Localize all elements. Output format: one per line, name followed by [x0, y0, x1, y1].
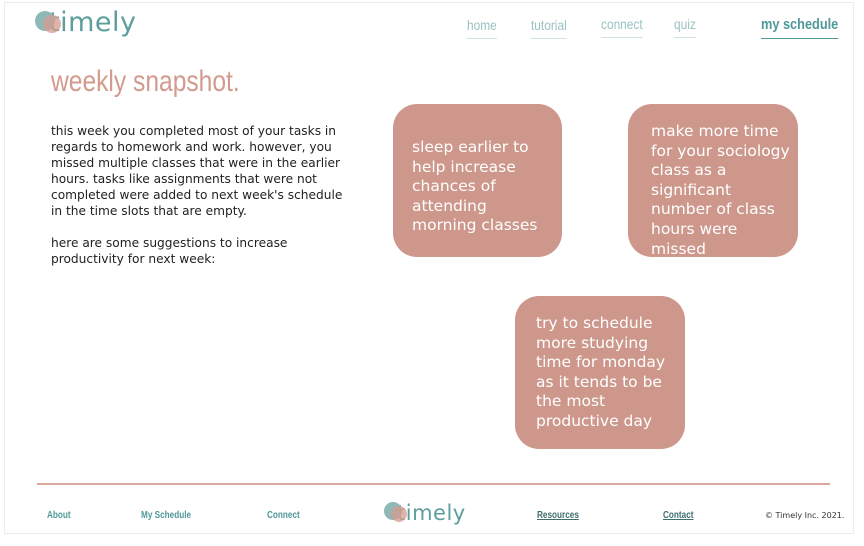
nav-home[interactable]: home: [467, 17, 497, 39]
footer-logo-text: timely: [397, 501, 466, 525]
nav-quiz-label: quiz: [674, 16, 696, 32]
suggestion-card: make more time for your sociology class …: [628, 104, 798, 258]
footer-divider: [37, 483, 830, 485]
footer-link-about[interactable]: About: [47, 509, 71, 521]
logo-text: timely: [49, 7, 137, 38]
suggestion-text: make more time for your sociology class …: [651, 122, 790, 258]
page: timely home tutorial connect quiz my sch…: [4, 2, 854, 534]
nav-tutorial-label: tutorial: [531, 17, 567, 33]
nav-connect-label: connect: [601, 16, 643, 32]
suggestion-card: sleep earlier to help increase chances o…: [393, 104, 562, 257]
nav-tutorial[interactable]: tutorial: [531, 17, 567, 39]
logo-mark-icon: [35, 10, 61, 35]
footer-link-resources[interactable]: Resources: [537, 509, 579, 521]
nav-my-schedule[interactable]: my schedule: [761, 16, 839, 39]
suggestion-text: try to schedule more studying time for m…: [536, 314, 666, 430]
suggestion-card: try to schedule more studying time for m…: [515, 296, 685, 449]
nav-quiz[interactable]: quiz: [674, 16, 696, 38]
nav-home-label: home: [467, 17, 497, 33]
copyright-text: © Timely Inc. 2021.: [765, 511, 845, 520]
nav-connect[interactable]: connect: [601, 16, 643, 38]
summary-text: this week you completed most of your tas…: [51, 124, 343, 218]
footer-link-my-schedule[interactable]: My Schedule: [141, 509, 191, 521]
footer-logo[interactable]: timely: [384, 501, 466, 525]
logo[interactable]: timely: [35, 7, 136, 38]
logo-mark-icon: [384, 502, 407, 524]
footer-link-connect[interactable]: Connect: [267, 509, 300, 521]
page-title: weekly snapshot.: [51, 65, 240, 98]
nav-my-schedule-label: my schedule: [761, 16, 839, 33]
footer-link-contact[interactable]: Contact: [663, 509, 693, 521]
suggestions-intro: here are some suggestions to increase pr…: [51, 236, 288, 266]
suggestion-text: sleep earlier to help increase chances o…: [412, 138, 538, 235]
